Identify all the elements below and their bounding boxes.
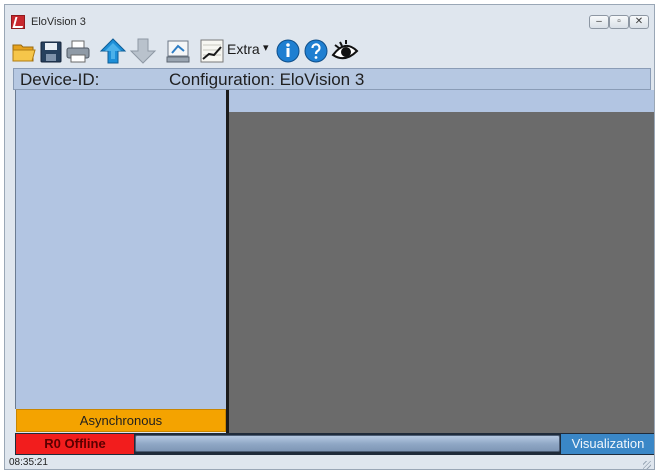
close-button[interactable]: ✕ <box>629 15 649 29</box>
extra-menu-label[interactable]: Extra <box>227 41 260 57</box>
configuration-label: Configuration: EloVision 3 <box>169 70 365 89</box>
open-folder-icon[interactable] <box>11 37 37 65</box>
progress-bar <box>135 435 560 452</box>
workspace-header <box>229 90 654 113</box>
workspace-area[interactable] <box>229 112 654 435</box>
minimize-button[interactable]: – <box>589 15 609 29</box>
save-icon[interactable] <box>39 37 63 65</box>
app-logo-icon <box>11 15 25 29</box>
print-icon[interactable] <box>65 37 91 65</box>
device-id-label: Device-ID: <box>20 70 100 89</box>
download-icon[interactable] <box>129 37 157 65</box>
eye-icon[interactable] <box>331 37 359 65</box>
clock-time: 08:35:21 <box>9 457 48 468</box>
title-bar[interactable]: EloVision 3 – ▫ ✕ <box>5 5 654 35</box>
device-tree-panel[interactable] <box>15 90 227 409</box>
visualization-button[interactable]: Visualization <box>561 434 654 454</box>
help-icon[interactable] <box>303 37 329 65</box>
status-bar: R0 Offline Visualization <box>15 433 654 455</box>
upload-icon[interactable] <box>99 37 127 65</box>
resize-grip-icon[interactable] <box>643 461 651 469</box>
chart-icon[interactable] <box>199 37 225 65</box>
info-icon[interactable] <box>275 37 301 65</box>
connect-icon[interactable] <box>165 37 191 65</box>
chevron-down-icon[interactable]: ▾ <box>263 41 269 54</box>
toolbar: Extra ▾ <box>5 35 654 67</box>
connection-status-badge: R0 Offline <box>16 434 134 454</box>
window-title: EloVision 3 <box>31 16 86 28</box>
footer-bar: 08:35:21 <box>5 455 654 469</box>
async-mode-button[interactable]: Asynchronous <box>16 409 226 432</box>
device-bar: Device-ID: Configuration: EloVision 3 <box>13 68 651 90</box>
restore-button[interactable]: ▫ <box>609 15 629 29</box>
main-window: EloVision 3 – ▫ ✕ Extra ▾ Device-ID: Con… <box>4 4 655 470</box>
